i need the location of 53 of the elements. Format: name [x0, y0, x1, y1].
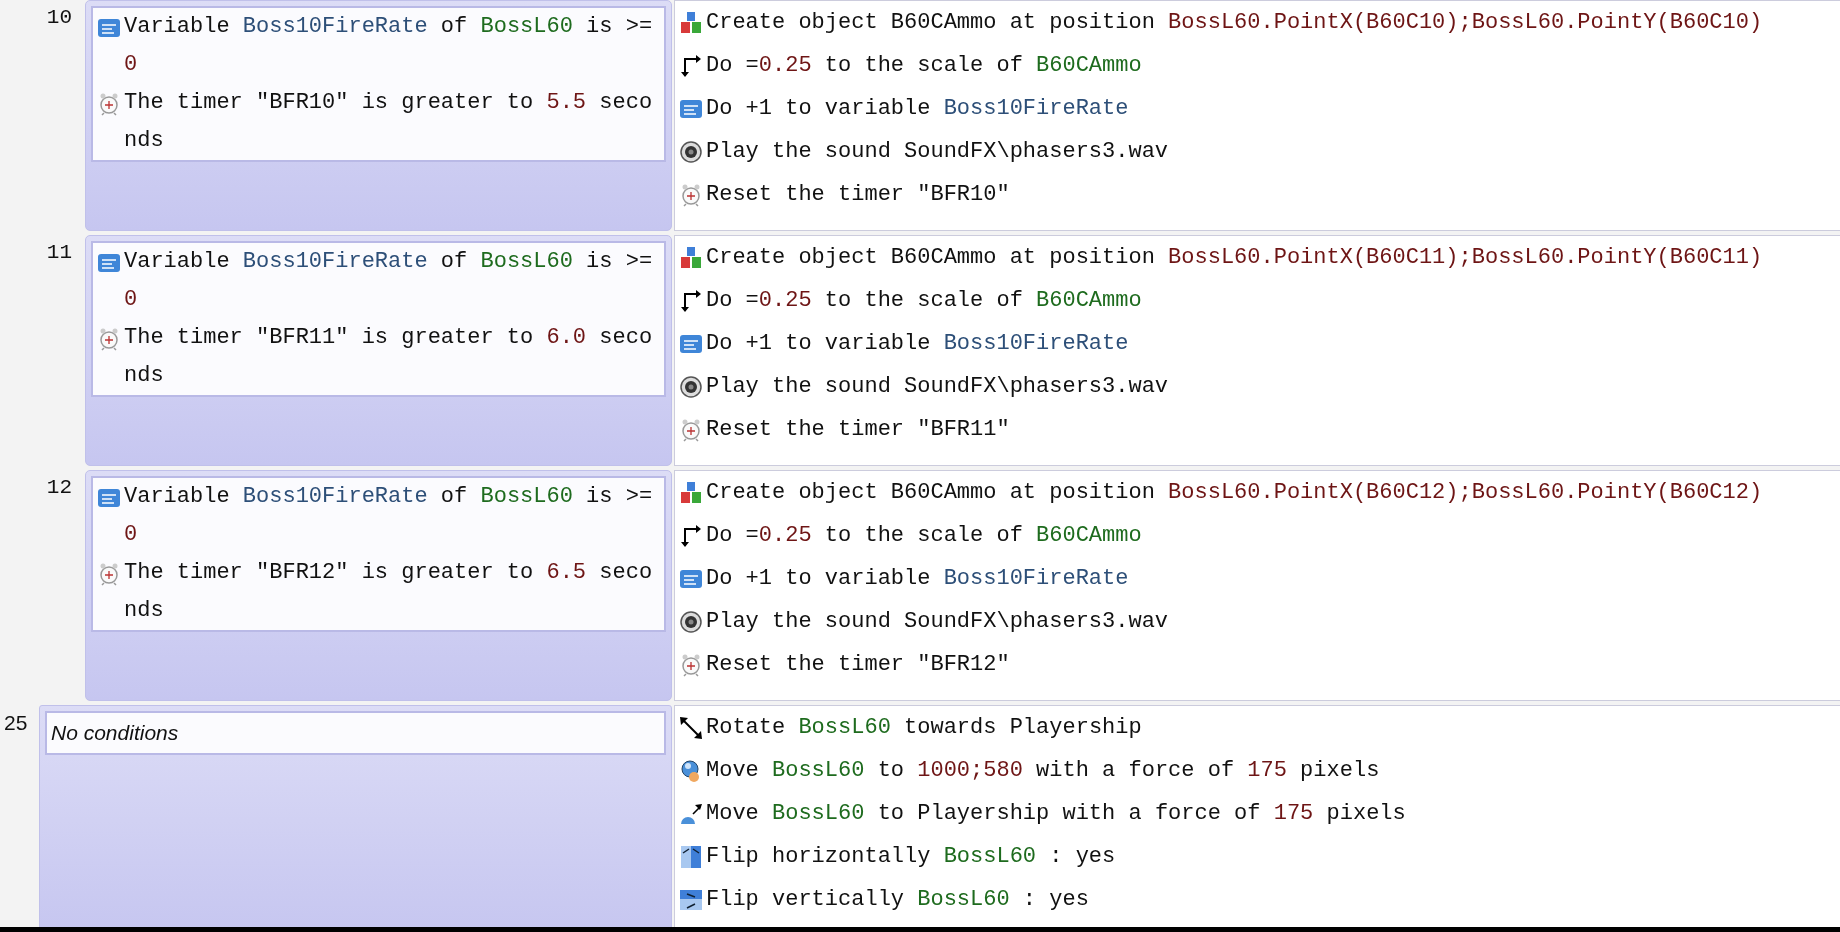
condition-text[interactable]: The timer "BFR10" is greater to 5.5 seconds: [124, 84, 657, 160]
action-text[interactable]: Move BossL60 to Playership with a force of 175 pixels: [706, 792, 1406, 835]
double-arrow-icon: [679, 715, 703, 740]
corner-arrows-icon: [679, 53, 703, 78]
action-text[interactable]: Do =0.25 to the scale of B60CAmmo: [706, 514, 1142, 557]
action-text[interactable]: Do +1 to variable Boss10FireRate: [706, 557, 1129, 600]
speaker-icon: [679, 139, 703, 164]
condition-text[interactable]: Variable Boss10FireRate of BossL60 is >= 0: [124, 8, 657, 84]
condition-text[interactable]: Variable Boss10FireRate of BossL60 is >= 0: [124, 478, 657, 554]
corner-arrows-icon: [679, 288, 703, 313]
action-text[interactable]: Play the sound SoundFX\phasers3.wav: [706, 130, 1169, 173]
action-text[interactable]: Rotate BossL60 towards Playership: [706, 706, 1142, 749]
sphere-arrow-icon: [679, 801, 703, 826]
variable-icon: [97, 251, 121, 275]
speaker-icon: [679, 374, 703, 399]
clock-icon: [679, 652, 703, 677]
action-text[interactable]: Create object B60CAmmo at position BossL60.PointX(B60C12);BossL60.PointY(B60C12): [706, 471, 1763, 514]
action-text[interactable]: Flip vertically BossL60 : yes: [706, 878, 1089, 921]
event-number: 10: [45, 5, 73, 31]
flip-horizontal-icon: [679, 844, 703, 869]
action-text[interactable]: Do +1 to variable Boss10FireRate: [706, 322, 1129, 365]
cubes-icon: [679, 10, 703, 35]
action-text[interactable]: Reset the timer "BFR11": [706, 408, 1010, 451]
cubes-icon: [679, 480, 703, 505]
cubes-icon: [679, 245, 703, 270]
action-text[interactable]: Reset the timer "BFR12": [706, 643, 1010, 686]
action-text[interactable]: Create object B60CAmmo at position BossL60.PointX(B60C11);BossL60.PointY(B60C11): [706, 236, 1763, 279]
speaker-icon: [679, 609, 703, 634]
corner-arrows-icon: [679, 523, 703, 548]
no-conditions-label: No conditions: [51, 721, 179, 745]
event-number: 11: [45, 240, 73, 266]
condition-text[interactable]: Variable Boss10FireRate of BossL60 is >= 0: [124, 243, 657, 319]
variable-icon: [97, 486, 121, 510]
action-text[interactable]: Do =0.25 to the scale of B60CAmmo: [706, 44, 1142, 87]
event-number: 25: [3, 710, 29, 736]
condition-text[interactable]: The timer "BFR11" is greater to 6.0 seconds: [124, 319, 657, 395]
clock-icon: [97, 562, 121, 586]
action-text[interactable]: Flip horizontally BossL60 : yes: [706, 835, 1116, 878]
action-text[interactable]: Do +1 to variable Boss10FireRate: [706, 87, 1129, 130]
action-text[interactable]: Move BossL60 to 1000;580 with a force of 175 pixels: [706, 749, 1380, 792]
event-number: 12: [45, 475, 73, 501]
clock-icon: [97, 92, 121, 116]
condition-text[interactable]: The timer "BFR12" is greater to 6.5 seconds: [124, 554, 657, 630]
action-text[interactable]: Do =0.25 to the scale of B60CAmmo: [706, 279, 1142, 322]
flip-vertical-icon: [679, 887, 703, 912]
action-text[interactable]: Play the sound SoundFX\phasers3.wav: [706, 600, 1169, 643]
action-text[interactable]: Create object B60CAmmo at position BossL60.PointX(B60C10);BossL60.PointY(B60C10): [706, 1, 1763, 44]
action-text[interactable]: Reset the timer "BFR10": [706, 173, 1010, 216]
clock-icon: [679, 417, 703, 442]
variable-icon: [97, 16, 121, 40]
clock-icon: [97, 327, 121, 351]
clock-icon: [679, 182, 703, 207]
action-text[interactable]: Play the sound SoundFX\phasers3.wav: [706, 365, 1169, 408]
